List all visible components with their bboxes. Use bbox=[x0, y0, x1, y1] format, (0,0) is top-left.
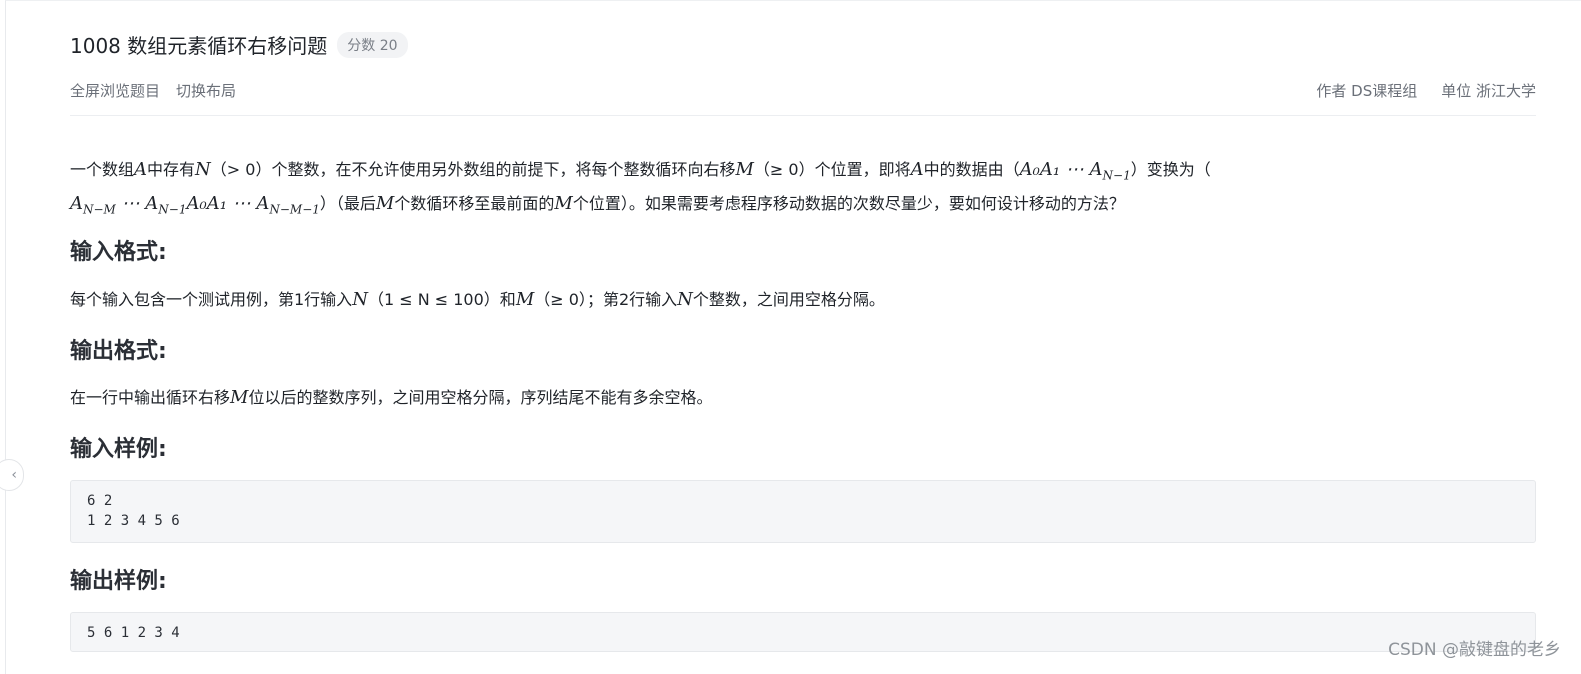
math-var: N bbox=[195, 159, 211, 180]
text: 和 bbox=[499, 290, 516, 309]
chevron-left-icon: ‹ bbox=[11, 467, 17, 483]
text: ）变换为（ bbox=[1130, 160, 1211, 179]
math-cond: （> 0） bbox=[210, 160, 272, 179]
meta-row: 全屏浏览题目 切换布局 作者 DS课程组 单位 浙江大学 bbox=[70, 80, 1536, 101]
description-line-1: 一个数组A中存有N（> 0）个整数，在不允许使用另外数组的前提下，将每个整数循环… bbox=[70, 156, 1536, 190]
text: 在一行中输出循环右移 bbox=[70, 388, 231, 407]
math-var: A bbox=[134, 159, 148, 180]
text: 中的数据由（ bbox=[923, 160, 1020, 179]
fullscreen-view-link[interactable]: 全屏浏览题目 bbox=[70, 80, 160, 101]
text: 个数循环移至最前面的 bbox=[394, 193, 555, 213]
text: 位以后的整数序列，之间用空格分隔，序列结尾不能有多余空格。 bbox=[248, 388, 713, 407]
view-actions: 全屏浏览题目 切换布局 bbox=[70, 80, 236, 101]
math-sub: N−1 bbox=[158, 202, 187, 217]
math-var: M bbox=[515, 289, 535, 310]
text: 个位置，即将 bbox=[814, 160, 911, 179]
math-cond: （1 ≤ N ≤ 100） bbox=[367, 290, 500, 309]
text: 中存有 bbox=[147, 160, 196, 179]
math-var: N bbox=[677, 289, 693, 310]
problem-meta: 作者 DS课程组 单位 浙江大学 bbox=[1316, 80, 1536, 101]
output-format-text: 在一行中输出循环右移M位以后的整数序列，之间用空格分隔，序列结尾不能有多余空格。 bbox=[70, 384, 712, 408]
math-var: M bbox=[554, 192, 573, 214]
sample-input-code[interactable]: 6 2 1 2 3 4 5 6 bbox=[70, 480, 1536, 543]
text: ；第2行输入 bbox=[586, 290, 678, 309]
input-format-text: 每个输入包含一个测试用例，第1行输入N（1 ≤ N ≤ 100）和M（≥ 0）；… bbox=[70, 286, 885, 310]
text: 每个输入包含一个测试用例，第1行输入 bbox=[70, 290, 353, 309]
math-text: A₀A₁ ⋯ A bbox=[186, 192, 270, 214]
author-label: 作者 DS课程组 bbox=[1316, 82, 1418, 100]
math-var: M bbox=[230, 387, 249, 408]
output-format-heading: 输出格式: bbox=[70, 339, 167, 364]
math-var: A bbox=[910, 159, 924, 180]
watermark: CSDN @敲键盘的老乡 bbox=[1388, 640, 1561, 660]
text: 个整数，在不允许使用另外数组的前提下，将每个整数循环向右移 bbox=[271, 160, 736, 179]
math-cond: （≥ 0） bbox=[534, 290, 587, 309]
math-var: M bbox=[375, 192, 395, 214]
problem-title: 1008 数组元素循环右移问题 bbox=[70, 34, 328, 58]
math-sub: N−1 bbox=[1102, 168, 1131, 183]
sample-output-heading: 输出样例: bbox=[70, 569, 167, 594]
text: 一个数组 bbox=[70, 160, 135, 179]
switch-layout-link[interactable]: 切换布局 bbox=[176, 80, 236, 101]
math-var: M bbox=[735, 159, 754, 180]
text: 个整数，之间用空格分隔。 bbox=[692, 290, 885, 309]
divider bbox=[70, 115, 1536, 116]
math-text: A bbox=[70, 192, 83, 214]
math-cond: （≥ 0） bbox=[753, 160, 815, 179]
text: ）（最后 bbox=[319, 193, 376, 213]
math-seq: A₀A₁ ⋯ AN−1 bbox=[1019, 159, 1131, 183]
problem-description: 一个数组A中存有N（> 0）个整数，在不允许使用另外数组的前提下，将每个整数循环… bbox=[70, 156, 1536, 223]
problem-panel: ‹ bbox=[0, 0, 1581, 674]
math-var: N bbox=[352, 289, 368, 310]
math-seq: AN−M ⋯ AN−1A₀A₁ ⋯ AN−M−1 bbox=[70, 192, 320, 217]
description-line-2: AN−M ⋯ AN−1A₀A₁ ⋯ AN−M−1）（最后M个数循环移至最前面的M… bbox=[70, 190, 1536, 224]
sample-output-code[interactable]: 5 6 1 2 3 4 bbox=[70, 612, 1536, 652]
math-sub: N−M−1 bbox=[269, 202, 320, 217]
unit-label: 单位 浙江大学 bbox=[1441, 82, 1536, 100]
input-format-heading: 输入格式: bbox=[70, 240, 167, 265]
title-row: 1008 数组元素循环右移问题 分数 20 bbox=[70, 30, 408, 59]
score-badge: 分数 20 bbox=[337, 31, 408, 58]
sample-input-heading: 输入样例: bbox=[70, 437, 167, 462]
math-text: ⋯ A bbox=[115, 192, 159, 214]
text: 个位置）。如果需要考虑程序移动数据的次数尽量少，要如何设计移动的方法？ bbox=[572, 193, 1125, 213]
math-sub: N−M bbox=[83, 202, 116, 217]
collapse-sidebar-button[interactable]: ‹ bbox=[0, 459, 24, 491]
math-text: A₀A₁ ⋯ A bbox=[1019, 159, 1103, 180]
